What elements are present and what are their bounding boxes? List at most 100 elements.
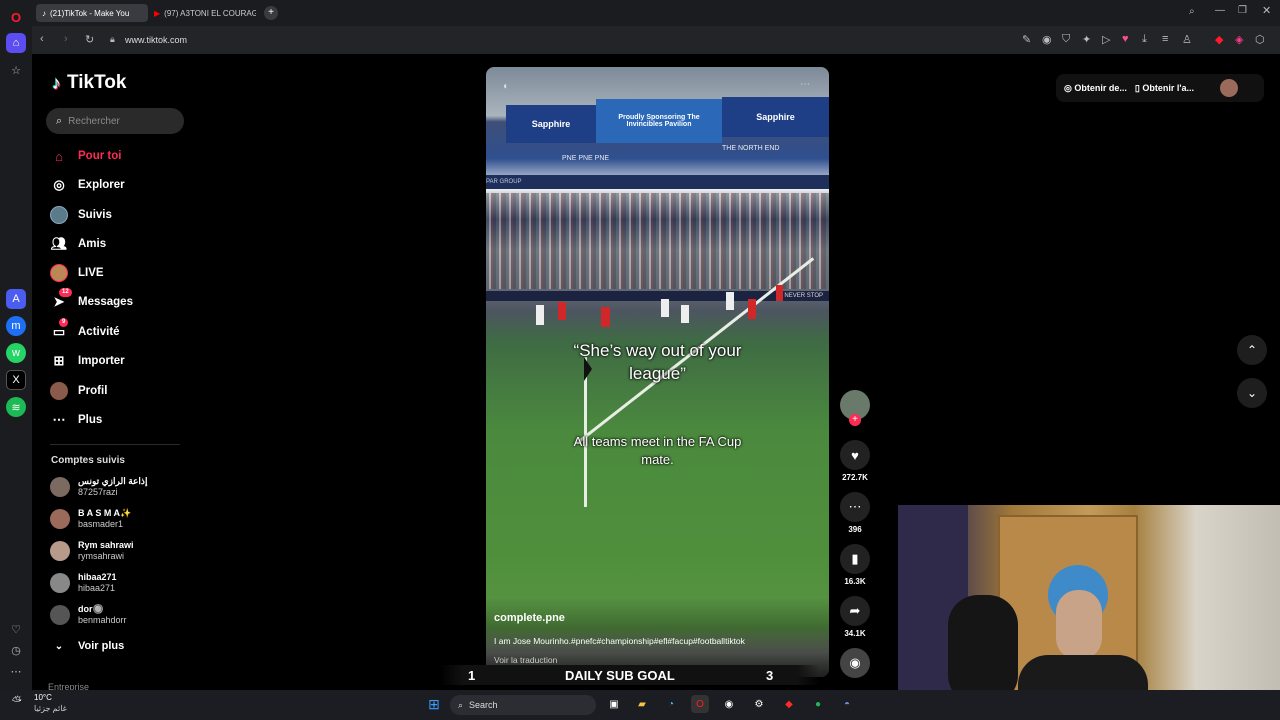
account-handle: 87257razi — [78, 487, 118, 497]
shield-icon[interactable]: ⛉ — [1062, 33, 1070, 46]
video-caption-top: “She’s way out of your league” — [573, 341, 742, 383]
history-icon[interactable]: ◷ — [6, 640, 26, 660]
divider — [50, 444, 180, 445]
red-app-icon[interactable]: ◆ — [780, 695, 798, 713]
followed-account[interactable]: B A S M A✨ basmader1 — [50, 506, 131, 532]
see-more-button[interactable]: ⌄ Voir plus — [50, 634, 124, 658]
get-coins-button[interactable]: ◎ Obtenir de... — [1064, 83, 1127, 94]
nav-messages[interactable]: ➤ 12 Messages — [50, 288, 133, 314]
comment-button[interactable]: ⋯ 396 — [838, 492, 872, 534]
get-app-button[interactable]: ▯ Obtenir l'a... — [1135, 83, 1194, 94]
nav-following[interactable]: Suivis — [50, 203, 112, 227]
home-icon: ⌂ — [55, 148, 63, 164]
extension-icon[interactable]: ✦ — [1082, 33, 1091, 46]
close-button[interactable]: ✕ — [1262, 4, 1271, 17]
music-disc-icon: ◉ — [840, 648, 870, 678]
opera-icon[interactable]: O — [691, 695, 709, 713]
stadium-sign: Proudly Sponsoring The Invincibles Pavil… — [596, 99, 722, 143]
opera-vpn-icon[interactable]: ◆ — [1215, 33, 1223, 46]
obs-icon[interactable]: ◉ — [720, 695, 738, 713]
followed-account[interactable]: dor🔘 benmahdorr — [50, 602, 127, 628]
nav-for-you[interactable]: ⌂ Pour toi — [50, 144, 121, 168]
weather-temp[interactable]: 10°C — [34, 693, 52, 702]
reload-icon[interactable]: ↻ — [85, 33, 94, 46]
discord-icon[interactable]: ◓ — [838, 695, 856, 713]
next-video-button[interactable]: ⌄ — [1237, 378, 1267, 408]
video-player[interactable]: Sapphire Proudly Sponsoring The Invincib… — [486, 67, 829, 677]
ellipsis-icon: ⋯ — [52, 412, 66, 427]
nav-activity[interactable]: ▭ 9 Activité — [50, 318, 120, 344]
heart-icon[interactable]: ♡ — [6, 619, 26, 639]
taskbar-search[interactable]: ⌕ Search — [450, 695, 596, 715]
back-icon[interactable]: ‹ — [40, 33, 44, 45]
tiktok-logo[interactable]: ♪ TikTok — [52, 72, 126, 94]
favorite-icon[interactable]: ♥ — [1122, 33, 1129, 45]
author-avatar-button[interactable]: + — [838, 390, 872, 426]
camera-icon[interactable]: ◉ — [1042, 33, 1052, 46]
volume-icon[interactable]: ◖ — [502, 81, 508, 92]
follow-plus-icon[interactable]: + — [849, 414, 861, 426]
save-button[interactable]: ▮ 16.3K — [838, 544, 872, 586]
restore-button[interactable]: ❐ — [1238, 5, 1247, 16]
task-view-icon[interactable]: ▣ — [605, 695, 623, 713]
previous-video-button[interactable]: ⌃ — [1237, 335, 1267, 365]
user-avatar[interactable] — [1219, 79, 1238, 97]
nav-more[interactable]: ⋯ Plus — [50, 408, 103, 432]
followed-account[interactable]: hibaa271 hibaa271 — [50, 570, 117, 596]
weather-icon[interactable]: ⛅︎ — [12, 694, 22, 709]
heart-icon: ♥ — [840, 440, 870, 470]
aria-icon[interactable]: A — [6, 289, 26, 309]
steam-icon[interactable]: ⚙ — [750, 695, 768, 713]
whatsapp-icon[interactable]: w — [6, 343, 26, 363]
opera-sidebar: O ⌂ ☆ A m w X ≋ ♡ ◷ ⋯ — [0, 0, 32, 690]
download-icon[interactable]: ⤓ — [1142, 33, 1147, 46]
nav-profile[interactable]: Profil — [50, 379, 107, 403]
search-input[interactable]: ⌕ Rechercher — [46, 108, 184, 134]
sound-button[interactable]: ◉ — [838, 648, 872, 678]
more-icon[interactable]: ⋯ — [6, 661, 26, 681]
nav-label: Activité — [78, 326, 120, 338]
spotify-icon[interactable]: ≋ — [6, 397, 26, 417]
profile-avatar-icon — [50, 382, 68, 400]
spotify-taskbar-icon[interactable]: ● — [809, 695, 827, 713]
play-icon[interactable]: ▷ — [1102, 33, 1110, 46]
x-icon[interactable]: X — [6, 370, 26, 390]
url-field[interactable]: www.tiktok.com — [125, 35, 187, 45]
star-icon[interactable]: ☆ — [6, 60, 26, 80]
nav-upload[interactable]: ⊞ Importer — [50, 349, 125, 373]
edit-icon[interactable]: ✎ — [1022, 33, 1031, 46]
tab-tiktok[interactable]: ♪ (21)TikTok - Make You — [36, 4, 148, 22]
nav-live[interactable]: LIVE — [50, 261, 104, 285]
share-button[interactable]: ➦ 34.1K — [838, 596, 872, 638]
minimize-button[interactable]: — — [1215, 5, 1225, 16]
opera-logo-icon[interactable]: O — [6, 7, 26, 27]
tab-youtube[interactable]: ▶ (97) A3TONI EL COURAGE — [148, 4, 256, 22]
home-icon[interactable]: ⌂ — [6, 33, 26, 53]
crowd — [486, 193, 829, 289]
nav-label: Importer — [78, 355, 125, 367]
friends-icon: 👥︎ — [50, 236, 68, 251]
new-tab-button[interactable]: + — [264, 6, 278, 20]
bookmark-icon: ▮ — [840, 544, 870, 574]
video-author[interactable]: complete.pne — [494, 612, 565, 624]
nav-explore[interactable]: ◎ Explorer — [50, 173, 124, 197]
like-button[interactable]: ♥ 272.7K — [838, 440, 872, 482]
nav-friends[interactable]: 👥︎ Amis — [50, 232, 106, 256]
translate-link[interactable]: Voir la traduction — [494, 655, 557, 665]
windows-start-icon[interactable]: ⊞ — [425, 695, 443, 713]
adblock-icon[interactable]: ◈ — [1235, 33, 1243, 46]
followed-account[interactable]: إذاعة الرازي تونس 87257razi — [50, 474, 147, 500]
edge-icon[interactable]: ◔ — [662, 695, 680, 713]
cube-icon[interactable]: ⬡ — [1255, 33, 1265, 46]
forward-icon[interactable]: › — [64, 33, 68, 45]
followed-account[interactable]: Rym sahrawi rymsahrawi — [50, 538, 134, 564]
more-options-icon[interactable]: ⋯ — [800, 79, 810, 90]
file-explorer-icon[interactable]: ▰ — [633, 695, 651, 713]
avatar — [50, 541, 70, 561]
profile-icon[interactable]: ♙ — [1182, 33, 1192, 46]
goal-current: 1 — [468, 667, 476, 683]
search-tabs-icon[interactable]: ⌕ — [1189, 6, 1195, 17]
messenger-icon[interactable]: m — [6, 316, 26, 336]
menu-icon[interactable]: ≡ — [1162, 33, 1168, 45]
lock-icon: 🔒︎ — [110, 34, 115, 44]
